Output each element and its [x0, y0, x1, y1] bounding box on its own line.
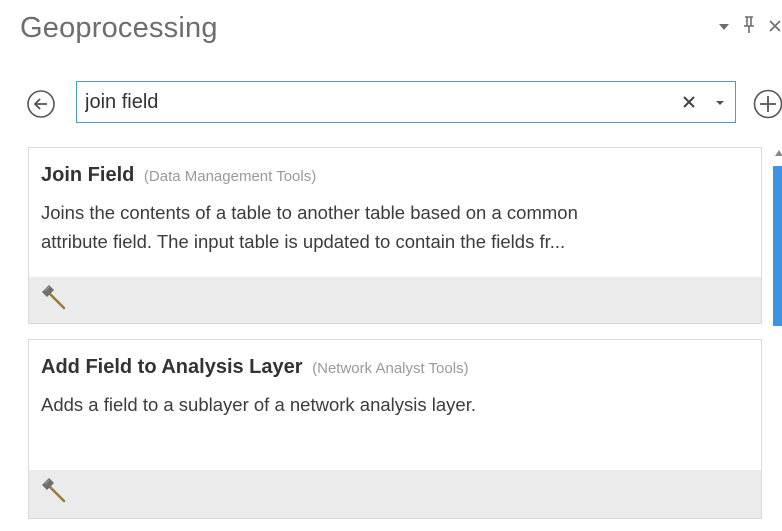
result-card-join-field[interactable]: Join Field (Data Management Tools) Joins…: [28, 147, 762, 324]
title-prefix: Add: [41, 356, 86, 378]
description-line: Joins the contents of a table to another…: [41, 202, 578, 223]
title-match: Join Field: [41, 164, 135, 186]
result-title: Add Field to Analysis Layer (Network Ana…: [41, 354, 749, 382]
pane-window-controls: [706, 14, 782, 40]
result-category: (Data Management Tools): [143, 168, 317, 185]
pin-icon[interactable]: [742, 16, 756, 38]
description-line: attribute field. The input table is upda…: [41, 231, 566, 252]
description-line: Adds a field to a sublayer of a network …: [41, 394, 476, 415]
scroll-up-arrow-icon[interactable]: [775, 150, 782, 156]
result-card-add-field[interactable]: Add Field to Analysis Layer (Network Ana…: [28, 339, 762, 519]
result-description: Adds a field to a sublayer of a network …: [41, 390, 749, 419]
result-footer: [29, 277, 761, 323]
hammer-icon: [39, 283, 69, 313]
result-title: Join Field (Data Management Tools): [41, 162, 749, 190]
add-circle-icon[interactable]: [752, 88, 782, 120]
search-box: [76, 81, 736, 123]
pane-title: Geoprocessing: [20, 12, 218, 44]
title-suffix: to Analysis Layer: [132, 356, 303, 378]
result-description: Joins the contents of a table to another…: [41, 198, 749, 256]
title-match: Field: [85, 356, 133, 378]
close-icon[interactable]: [768, 17, 782, 37]
chevron-down-icon[interactable]: [718, 17, 730, 37]
search-input[interactable]: [85, 88, 645, 116]
back-arrow-icon[interactable]: [26, 89, 56, 119]
clear-search-icon[interactable]: [679, 92, 699, 112]
hammer-icon: [39, 476, 69, 506]
result-footer: [29, 470, 761, 518]
caret-down-icon[interactable]: [710, 92, 730, 112]
result-category: (Network Analyst Tools): [312, 360, 469, 377]
scrollbar-thumb[interactable]: [773, 166, 782, 326]
